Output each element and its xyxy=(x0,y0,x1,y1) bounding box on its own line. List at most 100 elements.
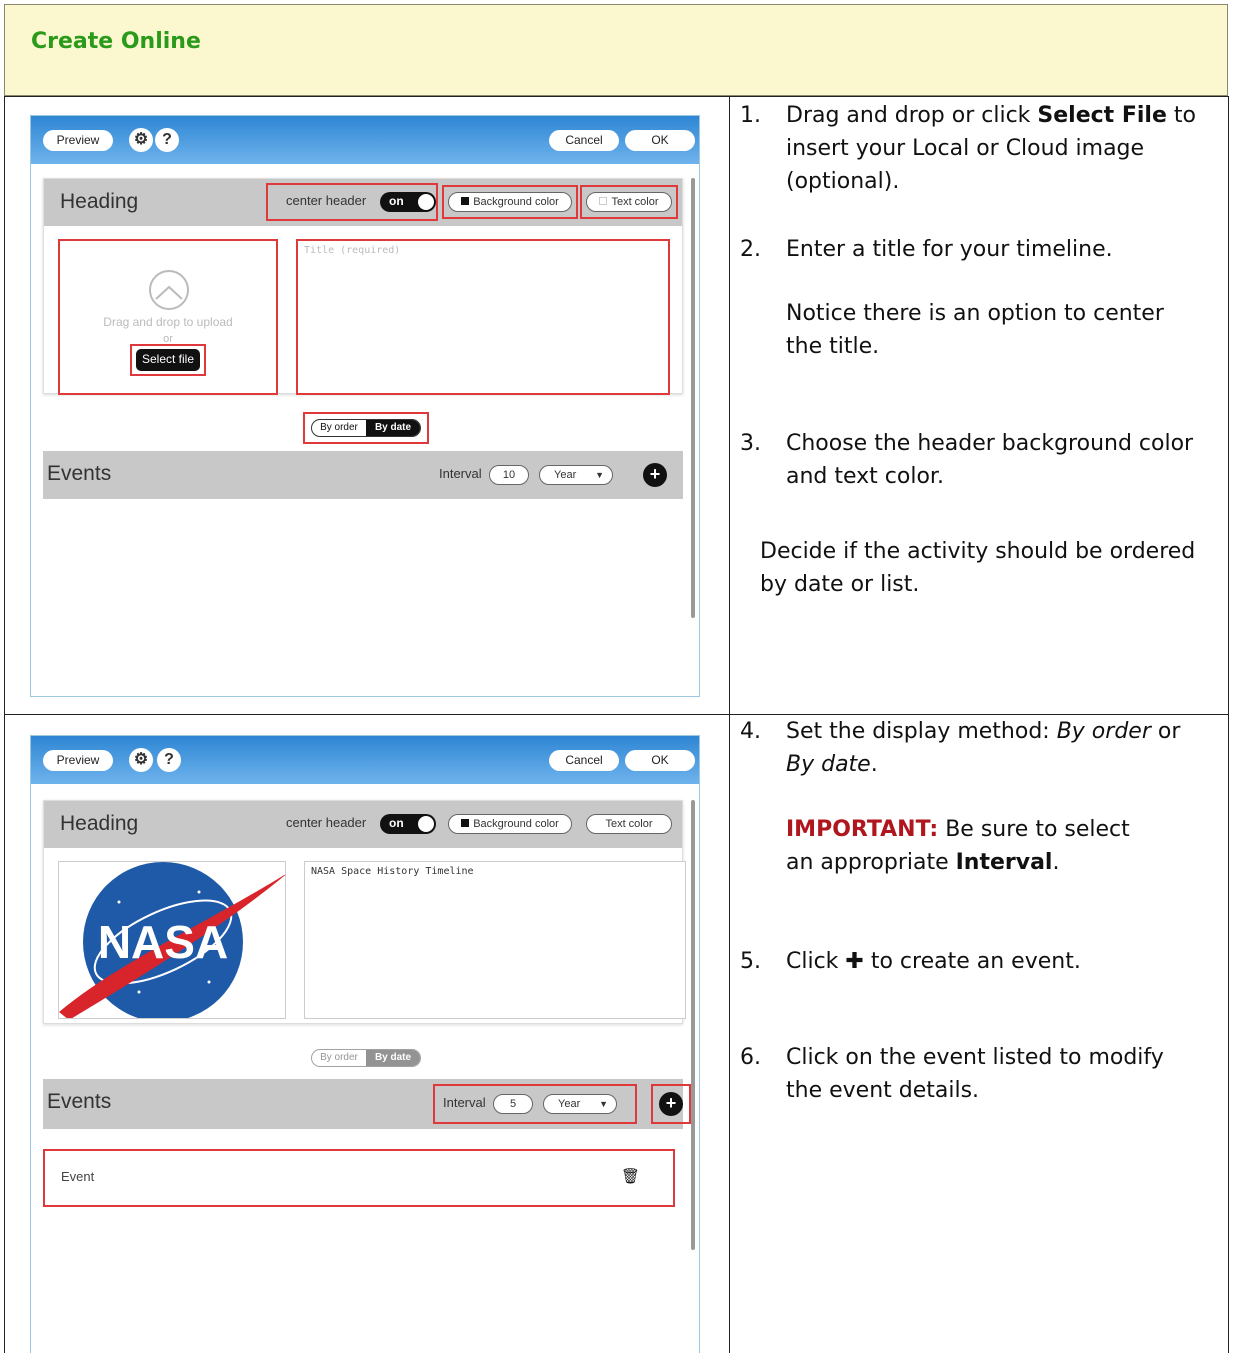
step-2-note-text: Notice there is an option to center the … xyxy=(786,301,1164,359)
step-4-or: or xyxy=(1150,719,1181,744)
add-event-plus-icon[interactable]: + xyxy=(659,1092,683,1116)
events-panel-2: Events Interval 5 Year ▼ + Event 🗑 xyxy=(43,1079,691,1353)
events-panel: Events Interval 10 Year ▼ + xyxy=(43,451,683,696)
screenshot-cell-1: Preview ⚙ ? Cancel OK Heading center hea… xyxy=(4,96,730,715)
upload-instructions: Drag and drop to upload xyxy=(103,315,233,329)
by-date-option[interactable]: By date xyxy=(366,1050,420,1066)
step-3-note: Decide if the activity should be ordered… xyxy=(760,539,1196,597)
timeline-editor-dialog-filled: Preview ⚙ ? Cancel OK Heading center hea… xyxy=(30,735,700,1353)
center-header-toggle[interactable]: on xyxy=(380,814,436,834)
scrollbar[interactable] xyxy=(691,178,695,618)
event-item[interactable]: Event 🗑 xyxy=(43,1149,675,1207)
interval-unit-select[interactable]: Year ▼ xyxy=(543,1094,617,1114)
step-1-bold: Select File xyxy=(1037,103,1167,128)
interval-bold: Interval xyxy=(955,850,1053,875)
interval-unit-value: Year xyxy=(558,1098,581,1110)
display-mode-switch[interactable]: By order By date xyxy=(311,1049,421,1067)
step-3: 3. Choose the header background color an… xyxy=(740,427,1210,493)
image-upload-area[interactable]: Drag and drop to upload or Select file xyxy=(58,239,278,395)
interval-unit-value: Year xyxy=(554,469,577,481)
dialog-toolbar-2: Preview ⚙ ? Cancel OK xyxy=(31,736,699,784)
uploaded-image[interactable]: NASA xyxy=(58,861,286,1019)
ok-button[interactable]: OK xyxy=(625,750,695,771)
step-2-note: Notice there is an option to center the … xyxy=(740,297,1210,363)
important-end: . xyxy=(1052,850,1060,875)
toggle-text: on xyxy=(389,816,404,830)
highlight-select-file xyxy=(130,344,206,376)
title-value: NASA Space History Timeline xyxy=(311,866,474,877)
text-color-button[interactable]: Text color xyxy=(586,814,672,834)
instructions-table: Preview ⚙ ? Cancel OK Heading center hea… xyxy=(4,96,1229,1353)
interval-unit-select[interactable]: Year ▼ xyxy=(539,465,613,485)
gear-icon[interactable]: ⚙ xyxy=(129,748,153,772)
events-label: Events xyxy=(47,1090,112,1113)
nasa-logo-icon: NASA xyxy=(59,862,285,1018)
events-bar-2: Events Interval 5 Year ▼ + xyxy=(43,1079,691,1129)
scrollbar[interactable] xyxy=(691,800,695,1250)
trash-icon[interactable]: 🗑 xyxy=(621,1167,640,1185)
gear-icon[interactable]: ⚙ xyxy=(129,128,153,152)
dialog-toolbar: Preview ⚙ ? Cancel OK xyxy=(31,116,699,164)
section-banner: Create Online xyxy=(4,4,1228,96)
interval-input[interactable]: 10 xyxy=(489,465,529,485)
events-label: Events xyxy=(47,462,112,485)
step-4-number: 4. xyxy=(740,719,761,744)
step-2: 2. Enter a title for your timeline. xyxy=(740,233,1210,266)
cancel-button[interactable]: Cancel xyxy=(549,750,619,771)
step-1-text-a: Drag and drop or click xyxy=(786,103,1038,128)
toggle-knob xyxy=(418,816,434,832)
step-4-important: IMPORTANT: Be sure to select an appropri… xyxy=(740,813,1210,879)
highlight-display-mode xyxy=(303,412,429,444)
step-6: 6. Click on the event listed to modify t… xyxy=(740,1041,1210,1107)
chevron-down-icon: ▼ xyxy=(599,1099,608,1109)
highlight-center-header xyxy=(266,183,438,221)
preview-button[interactable]: Preview xyxy=(43,130,113,151)
ok-button[interactable]: OK xyxy=(625,130,695,151)
help-icon[interactable]: ? xyxy=(155,128,179,152)
by-order-option[interactable]: By order xyxy=(312,1050,366,1066)
heading-panel-2: Heading center header on Background colo… xyxy=(43,800,686,1024)
step-2-text: Enter a title for your timeline. xyxy=(786,237,1113,262)
heading-label: Heading xyxy=(60,812,139,835)
step-3-text: Choose the header background color and t… xyxy=(786,431,1194,489)
step-1-number: 1. xyxy=(740,103,761,128)
help-icon[interactable]: ? xyxy=(157,748,181,772)
heading-bar-2: Heading center header on Background colo… xyxy=(44,801,682,848)
screenshot-cell-2: Preview ⚙ ? Cancel OK Heading center hea… xyxy=(4,714,730,1353)
interval-label: Interval xyxy=(443,1095,486,1110)
title-field[interactable]: NASA Space History Timeline xyxy=(304,861,686,1019)
step-5-text-b: to create an event. xyxy=(863,949,1081,974)
highlight-background-color xyxy=(442,185,578,219)
center-header-label: center header xyxy=(286,815,367,830)
heading-bar: Heading center header on Background colo… xyxy=(44,179,682,226)
interval-label: Interval xyxy=(439,466,482,481)
events-bar: Events Interval 10 Year ▼ + xyxy=(43,451,683,499)
heading-panel: Heading center header on Background colo… xyxy=(43,178,683,395)
instruction-cell-2: 4. Set the display method: By order or B… xyxy=(729,714,1229,1353)
preview-button[interactable]: Preview xyxy=(43,750,113,771)
heading-label: Heading xyxy=(60,190,139,213)
important-label: IMPORTANT: xyxy=(786,817,939,842)
chevron-down-icon: ▼ xyxy=(595,470,604,480)
title-field[interactable]: Title (required) xyxy=(296,239,670,395)
step-3-number: 3. xyxy=(740,431,761,456)
add-event-plus-icon[interactable]: + xyxy=(643,463,667,487)
step-2-number: 2. xyxy=(740,237,761,262)
interval-input[interactable]: 5 xyxy=(493,1094,533,1114)
step-5-text-a: Click xyxy=(786,949,846,974)
step-4: 4. Set the display method: By order or B… xyxy=(740,715,1210,781)
step-6-number: 6. xyxy=(740,1045,761,1070)
step-6-text: Click on the event listed to modify the … xyxy=(786,1045,1164,1103)
step-4-by-order: By order xyxy=(1056,719,1151,744)
image-placeholder-icon xyxy=(149,270,189,310)
step-4-by-date: By date xyxy=(786,752,871,777)
title-placeholder: Title (required) xyxy=(304,245,401,256)
step-1: 1. Drag and drop or click Select File to… xyxy=(740,99,1210,198)
section-title: Create Online xyxy=(31,29,201,54)
background-color-button[interactable]: Background color xyxy=(448,814,572,834)
nasa-logo-text: NASA xyxy=(98,916,228,968)
highlight-text-color xyxy=(580,185,678,219)
cancel-button[interactable]: Cancel xyxy=(549,130,619,151)
step-5-number: 5. xyxy=(740,949,761,974)
step-4-text: Set the display method: xyxy=(786,719,1057,744)
